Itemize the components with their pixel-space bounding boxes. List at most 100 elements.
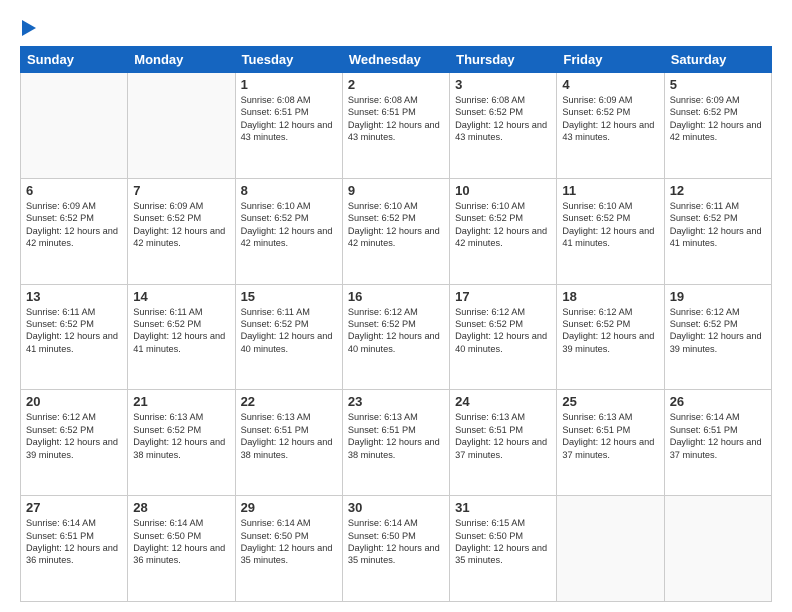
calendar-cell bbox=[21, 73, 128, 179]
day-number: 31 bbox=[455, 500, 551, 515]
logo bbox=[20, 22, 36, 36]
day-detail: Sunrise: 6:08 AM Sunset: 6:51 PM Dayligh… bbox=[348, 94, 444, 144]
calendar-cell: 3 Sunrise: 6:08 AM Sunset: 6:52 PM Daylig… bbox=[450, 73, 557, 179]
calendar-cell: 13 Sunrise: 6:11 AM Sunset: 6:52 PM Dayli… bbox=[21, 284, 128, 390]
day-number: 25 bbox=[562, 394, 658, 409]
day-number: 24 bbox=[455, 394, 551, 409]
day-number: 9 bbox=[348, 183, 444, 198]
calendar-cell: 17Sunrise: 6:12 AM Sunset: 6:52 PM Dayli… bbox=[450, 284, 557, 390]
calendar-cell: 19 Sunrise: 6:12 AM Sunset: 6:52 PM Dayli… bbox=[664, 284, 771, 390]
day-detail: Sunrise: 6:11 AM Sunset: 6:52 PM Dayligh… bbox=[670, 200, 766, 250]
day-detail: Sunrise: 6:08 AM Sunset: 6:51 PM Dayligh… bbox=[241, 94, 337, 144]
calendar-week-row: 6 Sunrise: 6:09 AM Sunset: 6:52 PM Daylig… bbox=[21, 178, 772, 284]
day-number: 27 bbox=[26, 500, 122, 515]
calendar-cell: 12 Sunrise: 6:11 AM Sunset: 6:52 PM Dayli… bbox=[664, 178, 771, 284]
day-detail: Sunrise: 6:13 AM Sunset: 6:51 PM Dayligh… bbox=[455, 411, 551, 461]
calendar-cell: 18 Sunrise: 6:12 AM Sunset: 6:52 PM Dayli… bbox=[557, 284, 664, 390]
day-detail: Sunrise: 6:13 AM Sunset: 6:51 PM Dayligh… bbox=[562, 411, 658, 461]
calendar-cell bbox=[664, 496, 771, 602]
calendar-cell: 29 Sunrise: 6:14 AM Sunset: 6:50 PM Dayli… bbox=[235, 496, 342, 602]
day-number: 19 bbox=[670, 289, 766, 304]
calendar-cell: 30Sunrise: 6:14 AM Sunset: 6:50 PM Dayli… bbox=[342, 496, 449, 602]
header bbox=[20, 18, 772, 36]
day-detail: Sunrise: 6:14 AM Sunset: 6:51 PM Dayligh… bbox=[670, 411, 766, 461]
logo-arrow-icon bbox=[22, 20, 36, 36]
day-number: 22 bbox=[241, 394, 337, 409]
day-detail: Sunrise: 6:15 AM Sunset: 6:50 PM Dayligh… bbox=[455, 517, 551, 567]
calendar-header-wednesday: Wednesday bbox=[342, 47, 449, 73]
day-number: 7 bbox=[133, 183, 229, 198]
calendar-cell bbox=[557, 496, 664, 602]
day-number: 2 bbox=[348, 77, 444, 92]
day-number: 4 bbox=[562, 77, 658, 92]
calendar-cell: 20 Sunrise: 6:12 AM Sunset: 6:52 PM Dayli… bbox=[21, 390, 128, 496]
day-number: 21 bbox=[133, 394, 229, 409]
calendar-week-row: 27 Sunrise: 6:14 AM Sunset: 6:51 PM Dayli… bbox=[21, 496, 772, 602]
page: SundayMondayTuesdayWednesdayThursdayFrid… bbox=[0, 0, 792, 612]
day-detail: Sunrise: 6:14 AM Sunset: 6:50 PM Dayligh… bbox=[348, 517, 444, 567]
day-number: 14 bbox=[133, 289, 229, 304]
day-detail: Sunrise: 6:12 AM Sunset: 6:52 PM Dayligh… bbox=[348, 306, 444, 356]
calendar-cell: 6 Sunrise: 6:09 AM Sunset: 6:52 PM Daylig… bbox=[21, 178, 128, 284]
calendar-table: SundayMondayTuesdayWednesdayThursdayFrid… bbox=[20, 46, 772, 602]
day-detail: Sunrise: 6:10 AM Sunset: 6:52 PM Dayligh… bbox=[241, 200, 337, 250]
calendar-cell: 31 Sunrise: 6:15 AM Sunset: 6:50 PM Dayli… bbox=[450, 496, 557, 602]
calendar-cell: 1 Sunrise: 6:08 AM Sunset: 6:51 PM Daylig… bbox=[235, 73, 342, 179]
calendar-cell: 4 Sunrise: 6:09 AM Sunset: 6:52 PM Daylig… bbox=[557, 73, 664, 179]
day-number: 13 bbox=[26, 289, 122, 304]
day-number: 11 bbox=[562, 183, 658, 198]
calendar-cell bbox=[128, 73, 235, 179]
day-detail: Sunrise: 6:14 AM Sunset: 6:50 PM Dayligh… bbox=[241, 517, 337, 567]
calendar-cell: 8 Sunrise: 6:10 AM Sunset: 6:52 PM Daylig… bbox=[235, 178, 342, 284]
day-detail: Sunrise: 6:09 AM Sunset: 6:52 PM Dayligh… bbox=[562, 94, 658, 144]
day-detail: Sunrise: 6:12 AM Sunset: 6:52 PM Dayligh… bbox=[455, 306, 551, 356]
calendar-header-tuesday: Tuesday bbox=[235, 47, 342, 73]
day-number: 20 bbox=[26, 394, 122, 409]
day-detail: Sunrise: 6:14 AM Sunset: 6:50 PM Dayligh… bbox=[133, 517, 229, 567]
day-detail: Sunrise: 6:11 AM Sunset: 6:52 PM Dayligh… bbox=[26, 306, 122, 356]
day-detail: Sunrise: 6:11 AM Sunset: 6:52 PM Dayligh… bbox=[133, 306, 229, 356]
day-number: 6 bbox=[26, 183, 122, 198]
day-detail: Sunrise: 6:09 AM Sunset: 6:52 PM Dayligh… bbox=[670, 94, 766, 144]
day-number: 26 bbox=[670, 394, 766, 409]
calendar-cell: 16Sunrise: 6:12 AM Sunset: 6:52 PM Dayli… bbox=[342, 284, 449, 390]
day-number: 5 bbox=[670, 77, 766, 92]
calendar-cell: 9 Sunrise: 6:10 AM Sunset: 6:52 PM Daylig… bbox=[342, 178, 449, 284]
day-number: 28 bbox=[133, 500, 229, 515]
day-detail: Sunrise: 6:12 AM Sunset: 6:52 PM Dayligh… bbox=[562, 306, 658, 356]
day-detail: Sunrise: 6:08 AM Sunset: 6:52 PM Dayligh… bbox=[455, 94, 551, 144]
calendar-header-sunday: Sunday bbox=[21, 47, 128, 73]
day-number: 8 bbox=[241, 183, 337, 198]
calendar-header-thursday: Thursday bbox=[450, 47, 557, 73]
day-number: 18 bbox=[562, 289, 658, 304]
calendar-cell: 27 Sunrise: 6:14 AM Sunset: 6:51 PM Dayli… bbox=[21, 496, 128, 602]
day-number: 1 bbox=[241, 77, 337, 92]
calendar-cell: 25 Sunrise: 6:13 AM Sunset: 6:51 PM Dayli… bbox=[557, 390, 664, 496]
calendar-cell: 22 Sunrise: 6:13 AM Sunset: 6:51 PM Dayli… bbox=[235, 390, 342, 496]
day-detail: Sunrise: 6:11 AM Sunset: 6:52 PM Dayligh… bbox=[241, 306, 337, 356]
day-detail: Sunrise: 6:14 AM Sunset: 6:51 PM Dayligh… bbox=[26, 517, 122, 567]
day-number: 12 bbox=[670, 183, 766, 198]
day-detail: Sunrise: 6:09 AM Sunset: 6:52 PM Dayligh… bbox=[133, 200, 229, 250]
calendar-cell: 11Sunrise: 6:10 AM Sunset: 6:52 PM Dayli… bbox=[557, 178, 664, 284]
calendar-cell: 15Sunrise: 6:11 AM Sunset: 6:52 PM Dayli… bbox=[235, 284, 342, 390]
day-detail: Sunrise: 6:13 AM Sunset: 6:51 PM Dayligh… bbox=[348, 411, 444, 461]
day-number: 29 bbox=[241, 500, 337, 515]
day-detail: Sunrise: 6:09 AM Sunset: 6:52 PM Dayligh… bbox=[26, 200, 122, 250]
day-detail: Sunrise: 6:10 AM Sunset: 6:52 PM Dayligh… bbox=[348, 200, 444, 250]
calendar-cell: 23Sunrise: 6:13 AM Sunset: 6:51 PM Dayli… bbox=[342, 390, 449, 496]
calendar-week-row: 20 Sunrise: 6:12 AM Sunset: 6:52 PM Dayli… bbox=[21, 390, 772, 496]
calendar-cell: 5 Sunrise: 6:09 AM Sunset: 6:52 PM Daylig… bbox=[664, 73, 771, 179]
day-number: 3 bbox=[455, 77, 551, 92]
calendar-cell: 24 Sunrise: 6:13 AM Sunset: 6:51 PM Dayli… bbox=[450, 390, 557, 496]
day-detail: Sunrise: 6:12 AM Sunset: 6:52 PM Dayligh… bbox=[26, 411, 122, 461]
day-detail: Sunrise: 6:13 AM Sunset: 6:51 PM Dayligh… bbox=[241, 411, 337, 461]
day-detail: Sunrise: 6:12 AM Sunset: 6:52 PM Dayligh… bbox=[670, 306, 766, 356]
day-detail: Sunrise: 6:10 AM Sunset: 6:52 PM Dayligh… bbox=[455, 200, 551, 250]
calendar-week-row: 13 Sunrise: 6:11 AM Sunset: 6:52 PM Dayli… bbox=[21, 284, 772, 390]
calendar-cell: 21Sunrise: 6:13 AM Sunset: 6:52 PM Dayli… bbox=[128, 390, 235, 496]
day-number: 10 bbox=[455, 183, 551, 198]
calendar-cell: 28 Sunrise: 6:14 AM Sunset: 6:50 PM Dayli… bbox=[128, 496, 235, 602]
calendar-cell: 10 Sunrise: 6:10 AM Sunset: 6:52 PM Dayli… bbox=[450, 178, 557, 284]
calendar-header-monday: Monday bbox=[128, 47, 235, 73]
